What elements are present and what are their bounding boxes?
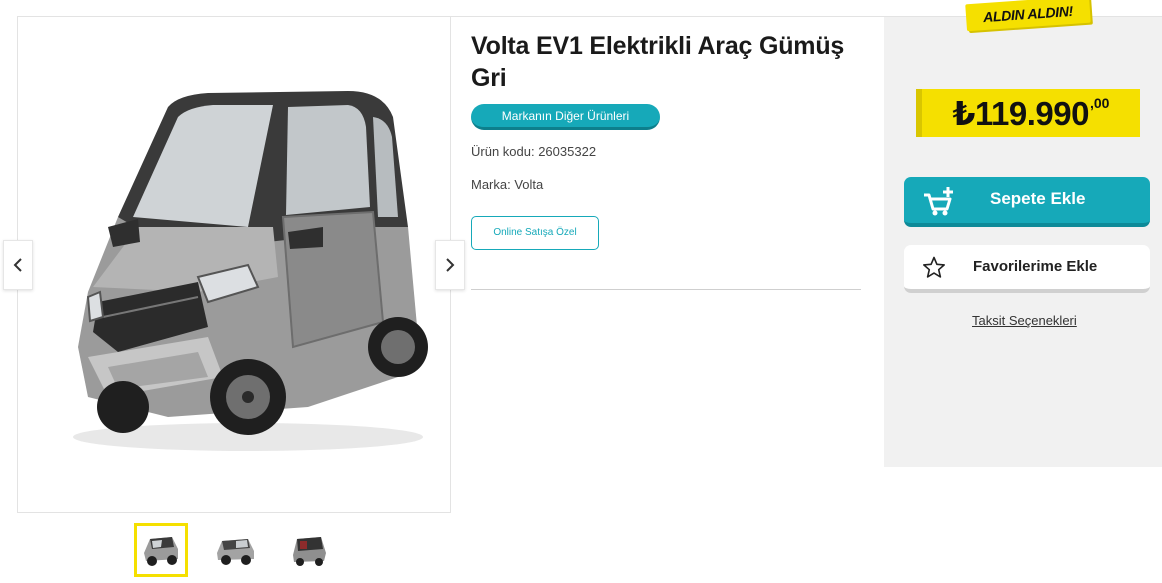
product-gallery — [17, 17, 451, 513]
product-brand: Marka: Volta — [471, 177, 544, 192]
installment-options-link[interactable]: Taksit Seçenekleri — [972, 313, 1077, 328]
thumbnail-image — [217, 539, 254, 565]
chevron-left-icon — [13, 258, 22, 272]
price-cents: ,00 — [1089, 95, 1110, 111]
add-to-favorites-button[interactable]: Favorilerime Ekle — [904, 245, 1150, 293]
gallery-next-button[interactable] — [435, 240, 465, 290]
thumbnail-image — [293, 537, 326, 566]
product-main-image[interactable] — [48, 77, 428, 467]
purchase-panel — [884, 17, 1162, 467]
product-info: Volta EV1 Elektrikli Araç Gümüş Gri Mark… — [471, 30, 861, 250]
thumbnail-1[interactable] — [134, 523, 188, 577]
thumbnail-image — [144, 537, 178, 566]
add-to-cart-button[interactable]: Sepete Ekle — [904, 177, 1150, 227]
price-amount: ₺119.990 — [952, 94, 1090, 132]
thumbnail-3[interactable] — [282, 523, 336, 577]
gallery-prev-button[interactable] — [3, 240, 33, 290]
price-box: ₺119.990 ,00 — [916, 89, 1140, 137]
info-divider — [471, 289, 861, 290]
product-title: Volta EV1 Elektrikli Araç Gümüş Gri — [471, 32, 845, 92]
brand-products-button[interactable]: Markanın Diğer Ürünleri — [471, 104, 660, 130]
cart-plus-icon — [924, 187, 953, 216]
chevron-right-icon — [446, 258, 455, 272]
add-to-cart-label: Sepete Ekle — [990, 189, 1086, 208]
add-to-favorites-label: Favorilerime Ekle — [973, 258, 1098, 275]
online-exclusive-badge: Online Satışa Özel — [471, 216, 599, 250]
thumbnail-2[interactable] — [208, 523, 262, 577]
thumbnail-strip — [134, 522, 336, 578]
product-code: Ürün kodu: 26035322 — [471, 144, 597, 159]
star-outline-icon — [923, 256, 945, 278]
